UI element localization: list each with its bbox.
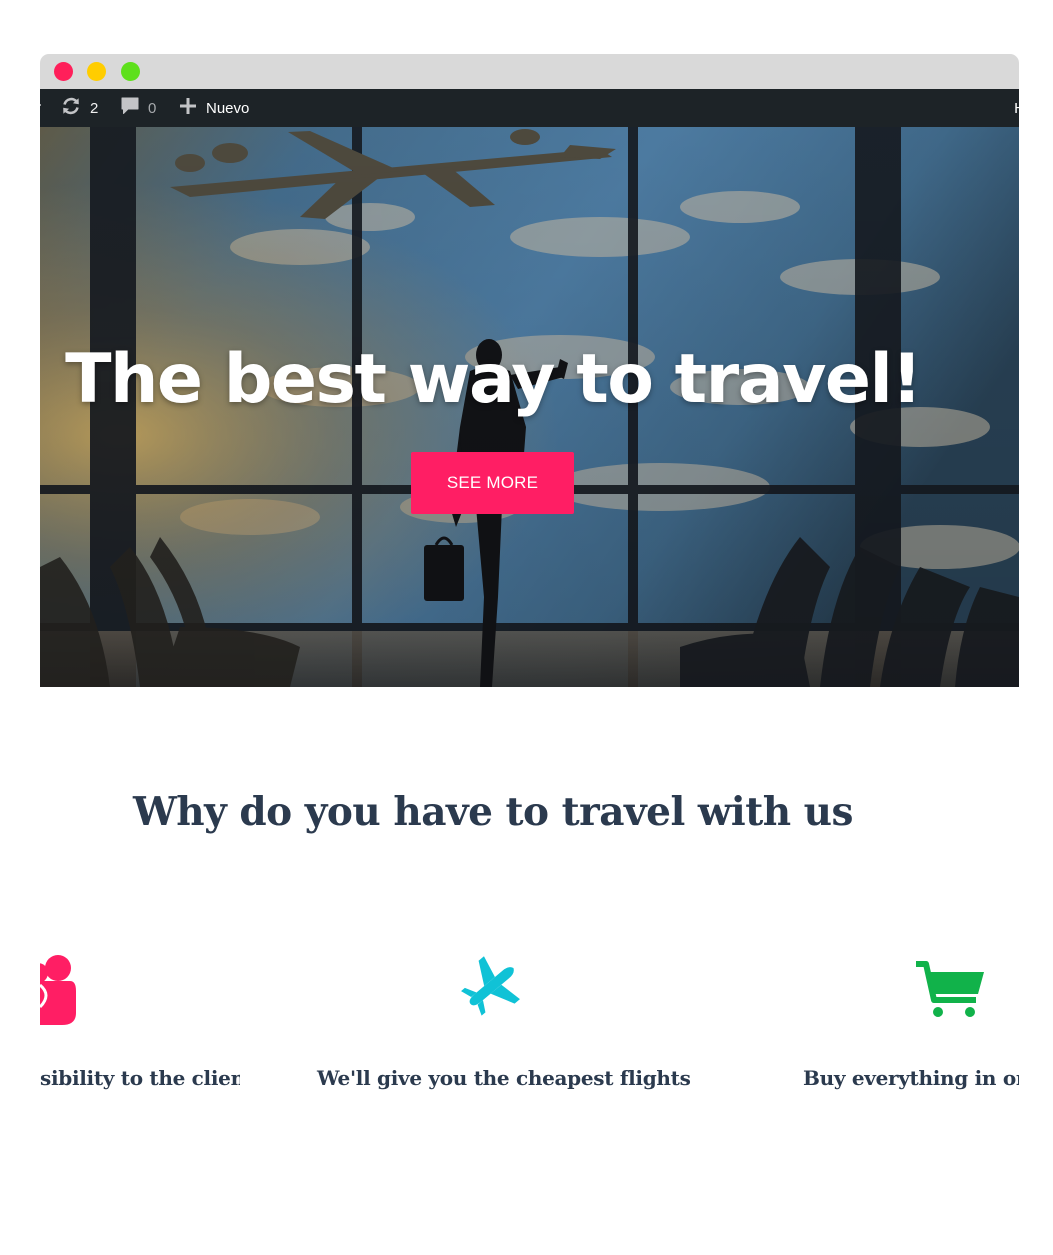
comment-icon <box>120 95 140 121</box>
window-titlebar <box>40 54 1019 89</box>
admin-bar-left-edge[interactable] <box>40 89 42 127</box>
comments-menu-item[interactable]: 0 <box>120 89 156 127</box>
hero-banner: The best way to travel! SEE MORE <box>40 127 1019 687</box>
users-icon <box>40 951 80 1031</box>
new-content-label: Nuevo <box>206 99 250 117</box>
close-window-button[interactable] <box>54 62 73 81</box>
zoom-window-button[interactable] <box>121 62 140 81</box>
new-content-menu-item[interactable]: Nuevo <box>178 89 249 127</box>
feature-text-clip: sibility to the client <box>40 1054 240 1104</box>
hero-title: The best way to travel! <box>65 340 922 419</box>
admin-bar: 2 0 Nuevo H <box>40 89 1019 127</box>
updates-menu-item[interactable]: 2 <box>60 89 98 127</box>
refresh-icon <box>60 95 82 121</box>
feature-client-text: sibility to the client <box>40 1066 240 1090</box>
see-more-button[interactable]: SEE MORE <box>411 452 574 514</box>
features-section-title: Why do you have to travel with us <box>133 789 854 835</box>
updates-count: 2 <box>90 99 99 117</box>
feature-buy-text: Buy everything in on <box>803 1066 1019 1090</box>
minimize-window-button[interactable] <box>87 62 106 81</box>
browser-window: 2 0 Nuevo H <box>40 54 1019 1255</box>
comments-count: 0 <box>148 99 157 117</box>
feature-flights-text: We'll give you the cheapest flights <box>317 1066 691 1090</box>
shopping-cart-icon <box>914 960 986 1027</box>
plus-icon <box>178 96 198 120</box>
airplane-icon <box>460 954 524 1023</box>
admin-bar-right-item[interactable]: H <box>1014 89 1019 127</box>
